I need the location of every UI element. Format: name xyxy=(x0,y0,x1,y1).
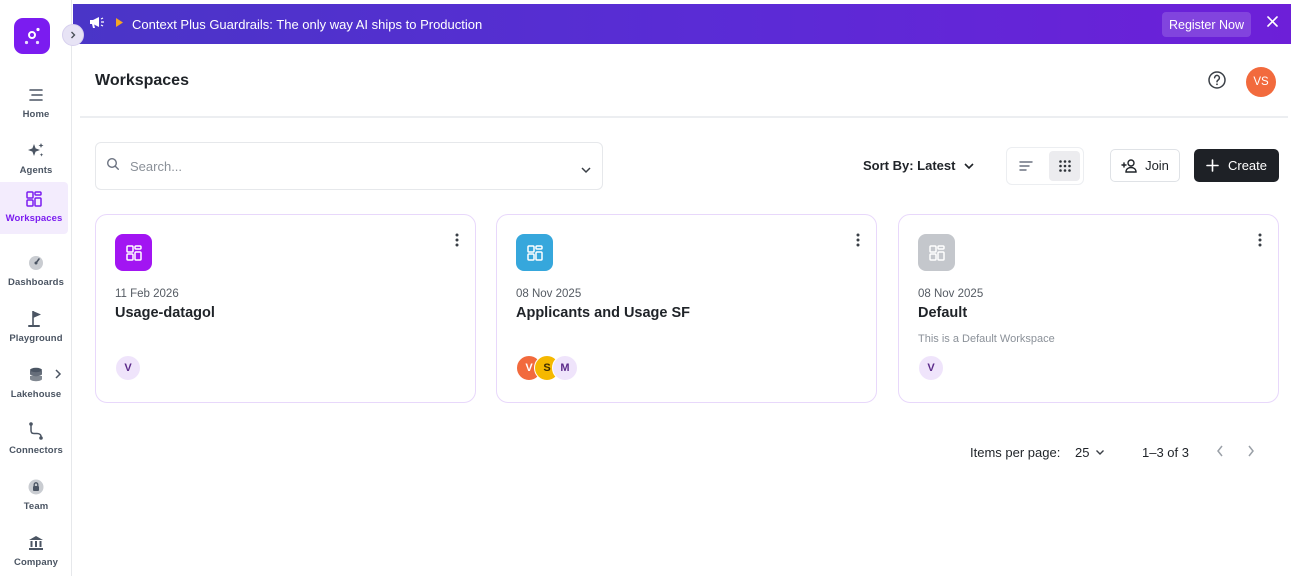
grid-view-button[interactable] xyxy=(1049,151,1080,181)
page-size-value: 25 xyxy=(1075,445,1090,460)
member-avatar: V xyxy=(115,355,141,381)
sidebar-item-company[interactable]: Company xyxy=(0,526,72,576)
member-avatars: V S M xyxy=(516,355,578,381)
sidebar-item-label: Agents xyxy=(19,165,53,176)
chevron-left-icon[interactable] xyxy=(1215,444,1225,463)
create-button[interactable]: Create xyxy=(1194,149,1279,182)
sidebar-item-label: Lakehouse xyxy=(10,389,62,400)
card-date: 08 Nov 2025 xyxy=(516,288,582,300)
plus-icon xyxy=(1206,159,1219,172)
chevron-right-icon xyxy=(71,31,76,39)
sidebar-item-workspaces[interactable]: Workspaces xyxy=(0,182,68,234)
search-icon xyxy=(106,157,120,176)
member-avatar: M xyxy=(552,355,578,381)
header-divider xyxy=(80,116,1288,118)
chevron-down-icon[interactable] xyxy=(580,161,592,179)
sidebar-item-label: Company xyxy=(14,557,58,568)
sort-label: Sort By: Latest xyxy=(863,158,956,173)
connector-icon xyxy=(27,420,45,442)
sidebar-item-label: Home xyxy=(22,109,50,120)
member-avatars: V xyxy=(115,355,141,381)
logo-icon xyxy=(24,27,40,45)
workspaces-icon xyxy=(25,188,43,210)
workspace-icon xyxy=(918,234,955,271)
card-date: 08 Nov 2025 xyxy=(918,288,984,300)
member-avatars: V xyxy=(918,355,944,381)
page-title: Workspaces xyxy=(95,72,189,89)
chevron-down-icon xyxy=(964,162,975,169)
bank-icon xyxy=(27,532,45,554)
chevron-right-icon[interactable] xyxy=(1246,444,1256,463)
create-label: Create xyxy=(1227,158,1268,173)
help-icon[interactable] xyxy=(1207,70,1227,95)
sidebar-item-label: Connectors xyxy=(9,445,63,456)
list-view-icon xyxy=(1018,161,1033,171)
sidebar-item-agents[interactable]: Agents xyxy=(0,134,72,186)
menu-icon xyxy=(27,84,45,106)
app-logo[interactable] xyxy=(14,18,50,54)
chevron-right-icon xyxy=(54,367,62,385)
sparkles-icon xyxy=(26,140,46,162)
register-now-button[interactable]: Register Now xyxy=(1161,12,1251,37)
chevron-down-icon xyxy=(1096,450,1105,455)
add-user-icon xyxy=(1121,158,1137,173)
sidebar-item-dashboards[interactable]: Dashboards xyxy=(0,246,72,298)
view-toggle xyxy=(1006,147,1084,185)
sidebar-item-label: Team xyxy=(23,501,49,512)
sidebar-item-playground[interactable]: Playground xyxy=(0,302,72,354)
sort-dropdown[interactable]: Sort By: Latest xyxy=(863,158,975,173)
more-vertical-icon[interactable] xyxy=(1258,233,1262,252)
sidebar-item-label: Playground xyxy=(9,333,63,344)
page-size-select[interactable]: 25 xyxy=(1075,445,1105,460)
grid-view-icon xyxy=(1058,160,1071,172)
card-title: Applicants and Usage SF xyxy=(516,305,691,321)
pagination-range: 1–3 of 3 xyxy=(1142,445,1189,460)
database-icon xyxy=(27,364,45,386)
card-title: Usage-datagol xyxy=(115,305,215,321)
workspace-card[interactable]: 08 Nov 2025 Default This is a Default Wo… xyxy=(898,214,1279,403)
sidebar-item-connectors[interactable]: Connectors xyxy=(0,414,72,466)
banner-text: Context Plus Guardrails: The only way AI… xyxy=(132,16,483,32)
join-label: Join xyxy=(1145,158,1169,173)
announcement-banner: Context Plus Guardrails: The only way AI… xyxy=(73,4,1291,44)
workspace-card[interactable]: 08 Nov 2025 Applicants and Usage SF V S … xyxy=(496,214,877,403)
card-description: This is a Default Workspace xyxy=(918,333,1055,345)
play-icon xyxy=(115,15,124,33)
join-button[interactable]: Join xyxy=(1110,149,1180,182)
more-vertical-icon[interactable] xyxy=(856,233,860,252)
sidebar-item-team[interactable]: Team xyxy=(0,470,72,522)
megaphone-icon xyxy=(89,15,105,34)
gauge-icon xyxy=(27,252,45,274)
search-input[interactable] xyxy=(130,158,560,174)
lock-icon xyxy=(27,476,45,498)
search-box[interactable] xyxy=(95,142,603,190)
card-title: Default xyxy=(918,305,968,321)
workspace-icon xyxy=(516,234,553,271)
items-per-page-label: Items per page: xyxy=(970,445,1061,460)
more-vertical-icon[interactable] xyxy=(455,233,459,252)
sidebar: Home Agents Workspaces Dashboards Playgr… xyxy=(0,0,72,576)
sidebar-item-lakehouse[interactable]: Lakehouse xyxy=(0,358,72,410)
user-avatar[interactable]: VS xyxy=(1246,67,1276,97)
flag-icon xyxy=(27,308,45,330)
close-icon[interactable] xyxy=(1266,15,1279,33)
list-view-button[interactable] xyxy=(1010,151,1041,181)
sidebar-item-label: Workspaces xyxy=(5,213,63,224)
card-date: 11 Feb 2026 xyxy=(115,288,179,300)
member-avatar: V xyxy=(918,355,944,381)
sidebar-expand-button[interactable] xyxy=(62,24,84,46)
workspace-card[interactable]: 11 Feb 2026 Usage-datagol V xyxy=(95,214,476,403)
sidebar-item-home[interactable]: Home xyxy=(0,78,72,130)
workspace-icon xyxy=(115,234,152,271)
sidebar-item-label: Dashboards xyxy=(8,277,64,288)
